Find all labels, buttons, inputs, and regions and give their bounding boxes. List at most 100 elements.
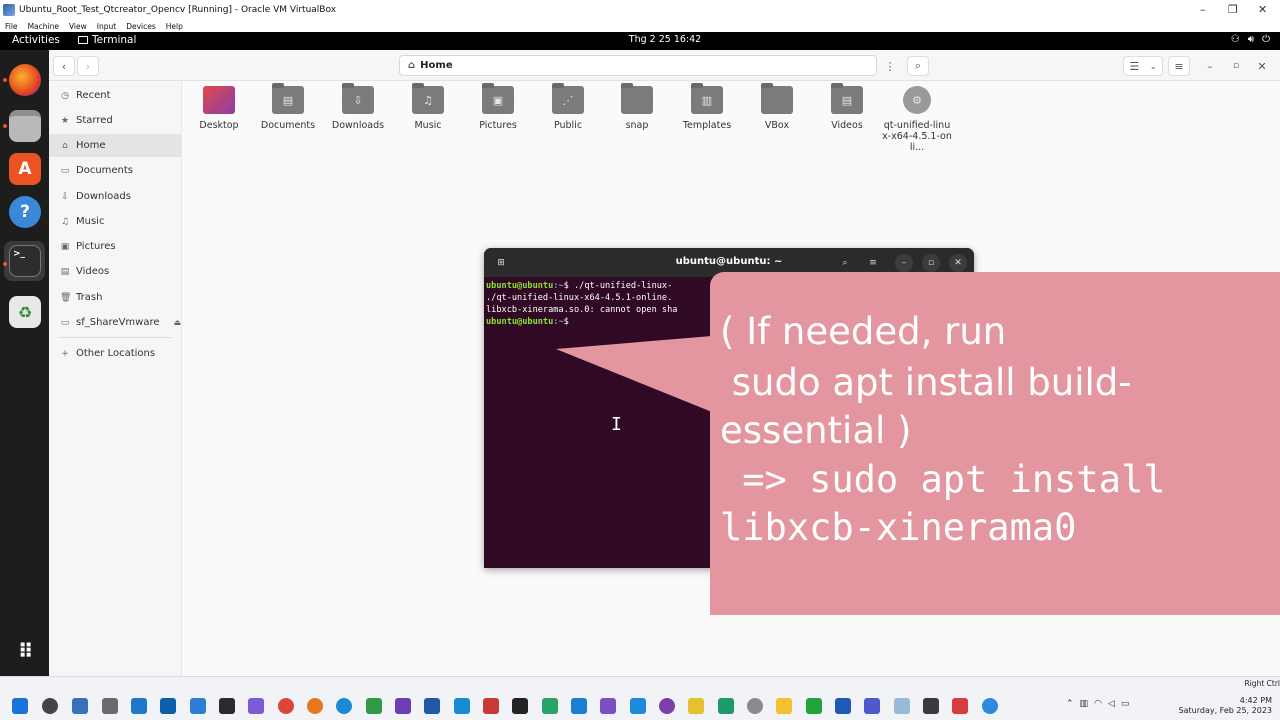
todo-icon[interactable]	[190, 698, 206, 714]
task-view-icon[interactable]	[72, 698, 88, 714]
app-icon[interactable]	[718, 698, 734, 714]
start-icon[interactable]	[12, 698, 28, 714]
search-icon[interactable]	[42, 698, 58, 714]
word-icon[interactable]	[835, 698, 851, 714]
app-icon[interactable]	[424, 698, 440, 714]
app-icon[interactable]	[512, 698, 528, 714]
sidebar-item-documents[interactable]: ▭ Documents	[49, 159, 182, 182]
clock[interactable]: Thg 2 25 16:42	[0, 34, 1280, 45]
mail-icon[interactable]	[131, 698, 147, 714]
public-folder-icon: ⋰	[552, 83, 584, 114]
sidebar-item-trash[interactable]: 🗑︎ Trash	[49, 286, 182, 309]
edge-icon[interactable]	[336, 698, 352, 714]
sidebar-item-sf-sharevmware[interactable]: ▭ sf_ShareVmware ⏏	[49, 311, 182, 334]
menu-devices[interactable]: Devices	[126, 22, 156, 31]
folder-templates[interactable]: ▥ Templates	[672, 83, 742, 131]
terminal-icon[interactable]: >_	[9, 245, 41, 277]
folder-pictures[interactable]: ▣ Pictures	[463, 83, 533, 131]
terminal-minimize-button[interactable]: –	[895, 254, 913, 272]
forward-button[interactable]: ›	[77, 56, 99, 76]
vbox-folder-icon	[761, 83, 793, 114]
system-tray[interactable]: ⚇ 🔊︎ ⏻	[1231, 34, 1270, 45]
app-icon[interactable]	[395, 698, 411, 714]
video-icon: ▤	[60, 266, 70, 277]
folder-documents[interactable]: ▤ Documents	[253, 83, 323, 131]
sidebar-item-downloads[interactable]: ⇩ Downloads	[49, 185, 182, 208]
app-icon[interactable]	[659, 698, 675, 714]
sidebar-item-pictures[interactable]: ▣ Pictures	[49, 235, 182, 258]
wifi-icon: ◠	[1094, 699, 1102, 709]
sidebar-item-home[interactable]: ⌂ Home	[49, 134, 182, 157]
close-icon[interactable]: ✕	[1258, 3, 1267, 16]
trash-icon[interactable]: ♻	[9, 296, 41, 328]
zalo-icon[interactable]	[982, 698, 998, 714]
menu-machine[interactable]: Machine	[28, 22, 59, 31]
search-button[interactable]: ⌕	[907, 56, 929, 76]
sidebar-item-starred[interactable]: ★ Starred	[49, 109, 182, 132]
folder-public[interactable]: ⋰ Public	[533, 83, 603, 131]
app-icon[interactable]	[571, 698, 587, 714]
app-icon[interactable]	[542, 698, 558, 714]
folder-snap[interactable]: snap	[602, 83, 672, 131]
menu-input[interactable]: Input	[97, 22, 116, 31]
menu-help[interactable]: Help	[166, 22, 183, 31]
app-icon[interactable]	[454, 698, 470, 714]
file-qt-installer[interactable]: ⚙ qt-unified-linux-x64-4.5.1-onli...	[882, 86, 952, 153]
home-icon: ⌂	[62, 140, 68, 151]
chrome-icon[interactable]	[278, 698, 294, 714]
back-button[interactable]: ‹	[53, 56, 75, 76]
show-apps-icon[interactable]: ⠿	[9, 635, 41, 667]
app-icon[interactable]	[483, 698, 499, 714]
close-button[interactable]: ✕	[1253, 56, 1271, 76]
file-explorer-icon[interactable]	[776, 698, 792, 714]
terminal-maximize-button[interactable]: ▫	[922, 254, 940, 272]
terminal-close-button[interactable]: ✕	[949, 254, 967, 272]
app-icon[interactable]	[248, 698, 264, 714]
visual-studio-icon[interactable]	[600, 698, 616, 714]
firefox-icon[interactable]	[307, 698, 323, 714]
restore-icon[interactable]: ❐	[1228, 3, 1238, 16]
path-home[interactable]: Home	[420, 60, 452, 71]
app-icon[interactable]	[219, 698, 235, 714]
close-icon: ✕	[1257, 59, 1267, 73]
app-icon[interactable]	[952, 698, 968, 714]
minimize-button[interactable]: –	[1201, 56, 1219, 76]
app-icon[interactable]	[688, 698, 704, 714]
sidebar-item-other-locations[interactable]: + Other Locations	[49, 342, 182, 365]
terminal-menu-button[interactable]: ≡	[864, 254, 882, 272]
teams-icon[interactable]	[864, 698, 880, 714]
help-icon[interactable]: ?	[9, 196, 41, 228]
system-tray[interactable]: ⌃ ▥ ◠ ◁ ▭	[1066, 699, 1129, 709]
app-icon[interactable]	[923, 698, 939, 714]
app-icon[interactable]	[806, 698, 822, 714]
settings-icon[interactable]	[747, 698, 763, 714]
app-icon[interactable]	[366, 698, 382, 714]
folder-downloads[interactable]: ⇩ Downloads	[323, 83, 393, 131]
terminal-search-button[interactable]: ⌕	[836, 254, 854, 272]
widgets-icon[interactable]	[102, 698, 118, 714]
folder-videos[interactable]: ▤ Videos	[812, 83, 882, 131]
folder-desktop[interactable]: Desktop	[184, 86, 254, 131]
menu-file[interactable]: File	[5, 22, 18, 31]
sidebar-item-recent[interactable]: ◷ Recent	[49, 84, 182, 107]
path-menu-button[interactable]: ⋮	[879, 56, 901, 76]
sidebar-item-music[interactable]: ♫ Music	[49, 210, 182, 233]
firefox-icon[interactable]	[9, 64, 41, 96]
maximize-button[interactable]: ▫	[1227, 56, 1245, 76]
vscode-icon[interactable]	[630, 698, 646, 714]
outlook-icon[interactable]	[160, 698, 176, 714]
taskbar-clock[interactable]: 4:42 PM Saturday, Feb 25, 2023	[1179, 696, 1272, 716]
minimize-icon[interactable]: –	[1200, 3, 1206, 16]
path-bar[interactable]: ⌂ Home	[399, 55, 877, 76]
files-icon[interactable]	[9, 110, 41, 142]
view-toggle-button[interactable]: ☰ ⌄	[1123, 56, 1163, 76]
sidebar-item-videos[interactable]: ▤ Videos	[49, 260, 182, 283]
menu-view[interactable]: View	[69, 22, 87, 31]
eject-icon[interactable]: ⏏	[174, 318, 182, 327]
chevron-left-icon: ‹	[61, 59, 67, 73]
app-center-icon[interactable]: A	[9, 153, 41, 185]
hamburger-menu-button[interactable]: ≡	[1168, 56, 1190, 76]
folder-vbox[interactable]: VBox	[742, 83, 812, 131]
folder-music[interactable]: ♫ Music	[393, 83, 463, 131]
app-icon[interactable]	[894, 698, 910, 714]
